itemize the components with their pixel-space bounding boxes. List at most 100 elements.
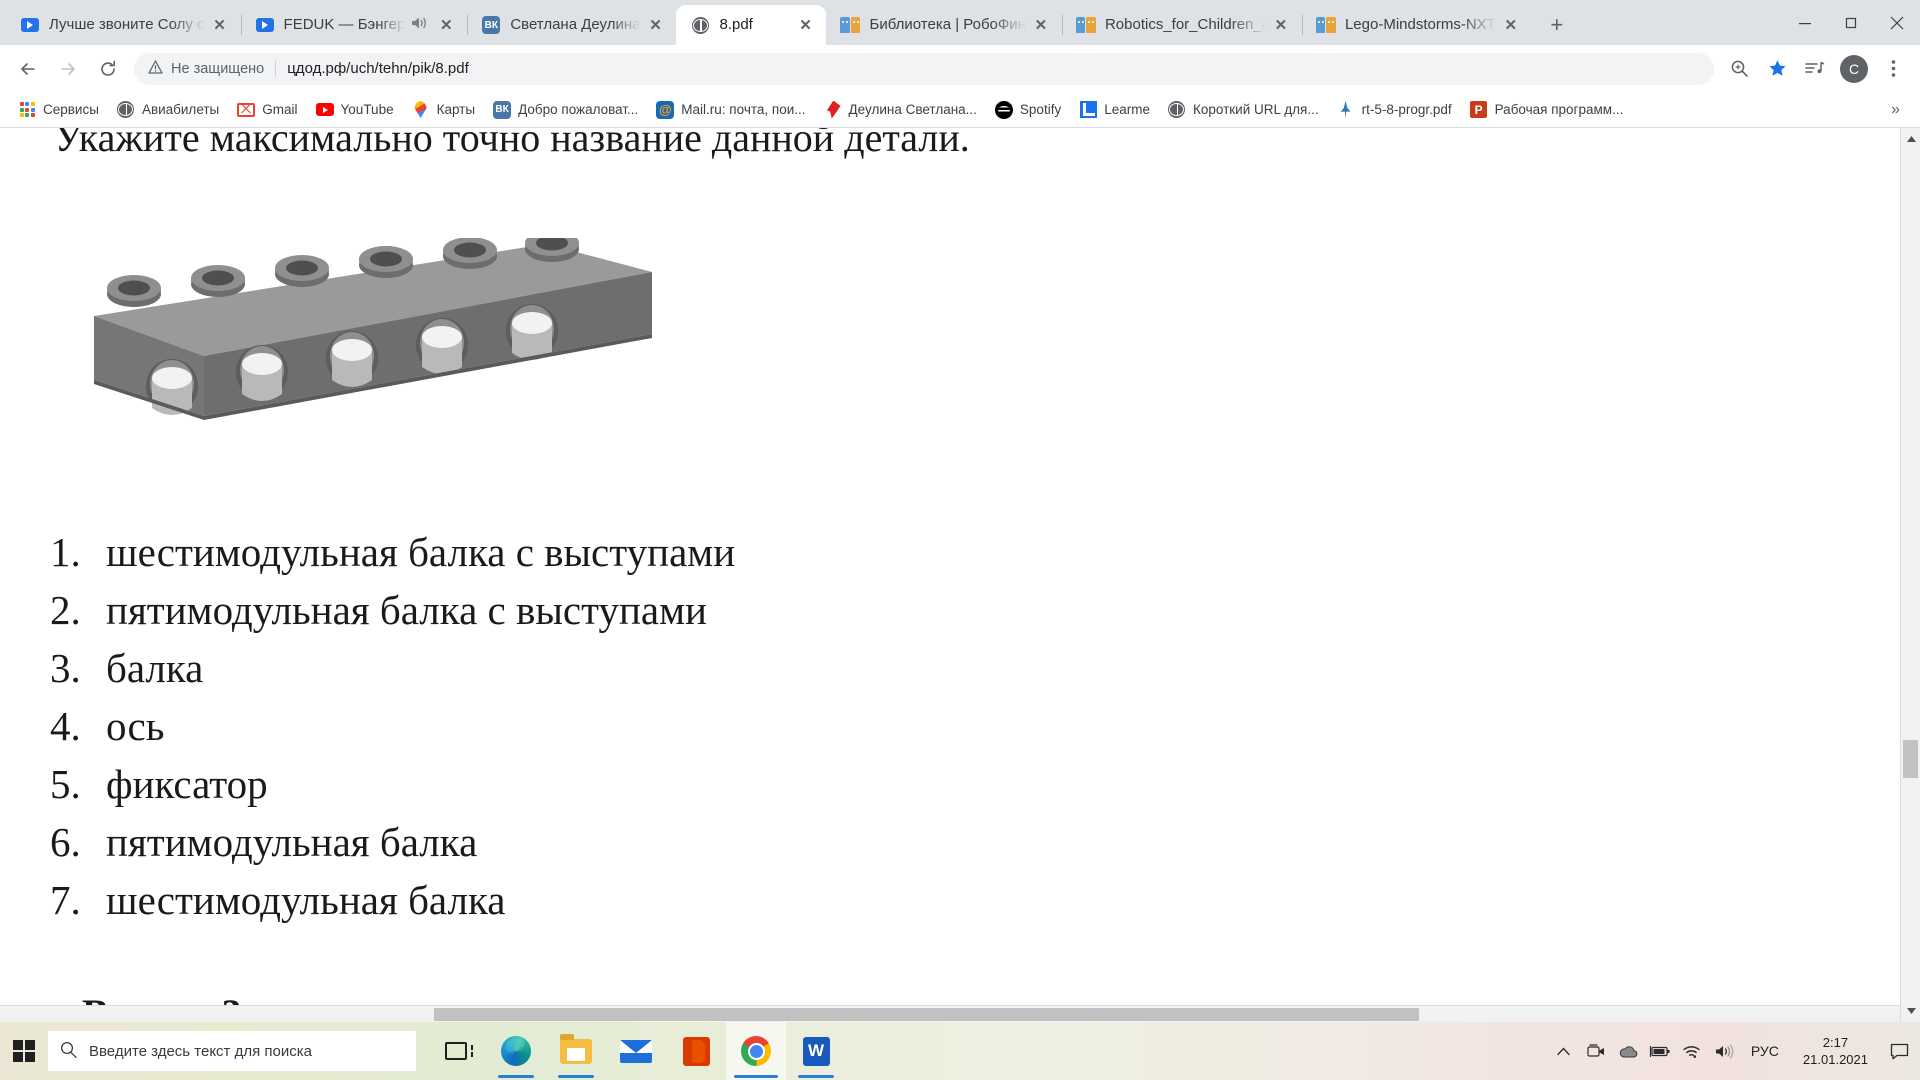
robot-icon (840, 15, 861, 35)
warning-triangle-icon (148, 59, 163, 78)
bookmark-item[interactable]: Spotify (987, 97, 1069, 123)
mail-icon (620, 1039, 652, 1063)
security-indicator[interactable]: Не защищено (148, 59, 264, 78)
bookmark-item[interactable]: Деулина Светлана... (816, 97, 985, 123)
star-icon[interactable] (1758, 50, 1796, 88)
bookmark-item[interactable]: rt-5-8-progr.pdf (1329, 97, 1460, 123)
scroll-up-arrow[interactable] (1901, 130, 1920, 148)
language-indicator[interactable]: РУС (1741, 1043, 1789, 1059)
wifi-icon[interactable] (1677, 1022, 1707, 1080)
pdf-viewport[interactable]: Укажите максимально точно название данно… (0, 128, 1920, 1022)
back-button[interactable] (8, 49, 48, 89)
show-hidden-icons-button[interactable] (1549, 1022, 1579, 1080)
start-button[interactable] (0, 1022, 48, 1080)
vertical-scrollbar-thumb[interactable] (1903, 740, 1918, 778)
youtube-icon (315, 101, 334, 119)
search-placeholder: Введите здесь текст для поиска (89, 1042, 312, 1060)
bookmarks-overflow-button[interactable]: » (1881, 97, 1910, 123)
taskbar-app-edge[interactable] (486, 1022, 546, 1080)
tab-close-button[interactable]: ✕ (435, 14, 457, 36)
bookmark-item[interactable]: Learme (1071, 97, 1158, 123)
three-dot-menu-icon[interactable] (1874, 50, 1912, 88)
bookmark-item[interactable]: P Рабочая программ... (1462, 97, 1632, 123)
task-view-button[interactable] (426, 1022, 486, 1080)
answer-option[interactable]: 4. ось (50, 702, 735, 760)
tab-close-button[interactable]: ✕ (794, 14, 816, 36)
taskbar-search-box[interactable]: Введите здесь текст для поиска (48, 1031, 416, 1071)
answer-option[interactable]: 5. фиксатор (50, 760, 735, 818)
bookmark-item[interactable]: ВК Добро пожаловат... (485, 97, 646, 123)
vk-icon: ВК (481, 15, 501, 35)
bookmark-item[interactable]: @ Mail.ru: почта, пои... (648, 97, 813, 123)
tab-close-button[interactable]: ✕ (209, 14, 231, 36)
search-icon (60, 1041, 77, 1062)
volume-icon[interactable] (1709, 1022, 1739, 1080)
taskbar-app-mail[interactable] (606, 1022, 666, 1080)
vk-icon: ВК (493, 100, 512, 119)
address-bar[interactable]: Не защищено цдод.рф/uch/tehn/pik/8.pdf (134, 52, 1714, 85)
mailru-icon: @ (656, 100, 675, 119)
bookmark-item[interactable]: Авиабилеты (109, 97, 227, 123)
bookmark-item[interactable]: Карты (404, 97, 483, 123)
browser-tab[interactable]: Lego-Mindstorms-NXT ✕ (1301, 5, 1532, 45)
taskbar-app-office[interactable] (666, 1022, 726, 1080)
action-center-button[interactable] (1882, 1022, 1916, 1080)
answer-option[interactable]: 6. пятимодульная балка (50, 818, 735, 876)
close-window-button[interactable] (1874, 0, 1920, 45)
horizontal-scrollbar[interactable] (0, 1005, 1900, 1022)
answer-number: 2. (50, 587, 81, 633)
taskbar-app-word[interactable]: W (786, 1022, 846, 1080)
bookmark-label: rt-5-8-progr.pdf (1361, 102, 1452, 117)
tab-close-button[interactable]: ✕ (1030, 14, 1052, 36)
answer-option[interactable]: 7. шестимодульная балка (50, 876, 735, 934)
horizontal-scrollbar-thumb[interactable] (434, 1008, 1419, 1021)
browser-tab[interactable]: Лучше звоните Солу с ✕ (6, 5, 241, 45)
word-icon: W (802, 1036, 830, 1066)
bookmark-item[interactable]: Короткий URL для... (1160, 97, 1327, 123)
bookmark-label: YouTube (340, 102, 394, 117)
onedrive-icon[interactable] (1613, 1022, 1643, 1080)
tab-close-button[interactable]: ✕ (644, 14, 666, 36)
bookmarks-bar: Сервисы Авиабилеты Gmail YouTube Карты В… (0, 92, 1920, 128)
tab-title: FEDUK — Бэнгер (283, 16, 406, 33)
url-text: цдод.рф/uch/tehn/pik/8.pdf (287, 60, 469, 77)
answer-text: пятимодульная балка (106, 819, 478, 865)
office-icon (682, 1036, 710, 1066)
maximize-button[interactable] (1828, 0, 1874, 45)
taskbar-app-file-explorer[interactable] (546, 1022, 606, 1080)
toolbar-actions: C (1720, 50, 1912, 88)
learme-icon (1079, 101, 1097, 119)
tab-close-button[interactable]: ✕ (1270, 14, 1292, 36)
answer-number: 4. (50, 703, 81, 749)
scroll-down-arrow[interactable] (1901, 1002, 1920, 1020)
clock[interactable]: 2:17 21.01.2021 (1791, 1034, 1880, 1068)
bookmark-item[interactable]: Gmail (229, 97, 305, 123)
browser-tab[interactable]: FEDUK — Бэнгер ✕ (240, 5, 468, 45)
answer-number: 3. (50, 645, 81, 691)
answer-option[interactable]: 3. балка (50, 644, 735, 702)
new-tab-button[interactable]: + (1540, 8, 1574, 42)
browser-tab-active[interactable]: 8.pdf ✕ (676, 5, 827, 45)
bookmark-item[interactable]: YouTube (308, 97, 402, 123)
camera-icon[interactable] (1581, 1022, 1611, 1080)
battery-icon[interactable] (1645, 1022, 1675, 1080)
browser-tab[interactable]: ВК Светлана Деулина ✕ (467, 5, 676, 45)
maps-pin-icon (412, 101, 430, 119)
taskbar-app-chrome[interactable] (726, 1022, 786, 1080)
tab-close-button[interactable]: ✕ (1500, 14, 1522, 36)
browser-tab[interactable]: Robotics_for_Children_a ✕ (1061, 5, 1302, 45)
profile-avatar[interactable]: C (1840, 54, 1868, 83)
media-playlist-icon[interactable] (1796, 50, 1834, 88)
vertical-scrollbar[interactable] (1900, 128, 1920, 1022)
forward-button[interactable] (48, 49, 88, 89)
minimize-button[interactable] (1782, 0, 1828, 45)
bookmark-label: Рабочая программ... (1494, 102, 1624, 117)
bookmark-item[interactable]: Сервисы (10, 97, 107, 123)
bookmark-label: Деулина Светлана... (848, 102, 977, 117)
answer-option[interactable]: 2. пятимодульная балка с выступами (50, 586, 735, 644)
browser-tab[interactable]: Библиотека | РобоФин ✕ (826, 5, 1061, 45)
answer-option[interactable]: 1. шестимодульная балка с выступами (50, 528, 735, 586)
reload-button[interactable] (88, 49, 128, 89)
zoom-in-icon[interactable] (1720, 50, 1758, 88)
tab-audio-icon[interactable] (409, 15, 427, 35)
